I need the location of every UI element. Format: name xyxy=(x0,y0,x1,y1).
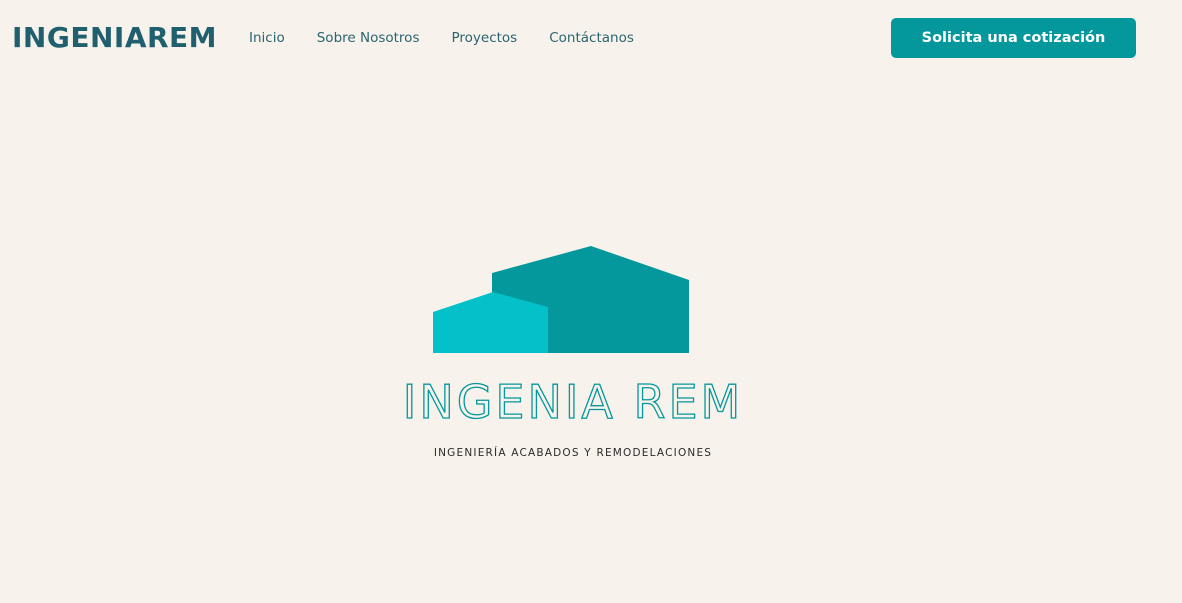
nav-item-proyectos[interactable]: Proyectos xyxy=(451,29,517,47)
site-header: INGENIAREM Inicio Sobre Nosotros Proyect… xyxy=(0,0,1182,76)
hero-logo: INGENIA REM xyxy=(360,240,790,470)
nav-item-sobre-nosotros[interactable]: Sobre Nosotros xyxy=(317,29,420,47)
logo-title: INGENIA REM xyxy=(403,375,743,429)
brand-logo-link[interactable]: INGENIAREM xyxy=(12,19,217,57)
request-quote-button[interactable]: Solicita una cotización xyxy=(891,18,1136,58)
house-logo-icon: INGENIA REM xyxy=(402,246,743,430)
main-nav: Inicio Sobre Nosotros Proyectos Contácta… xyxy=(249,29,634,47)
nav-item-inicio[interactable]: Inicio xyxy=(249,29,285,47)
hero-tagline: INGENIERÍA ACABADOS Y REMODELACIONES xyxy=(433,447,713,459)
nav-item-contactanos[interactable]: Contáctanos xyxy=(549,29,634,47)
